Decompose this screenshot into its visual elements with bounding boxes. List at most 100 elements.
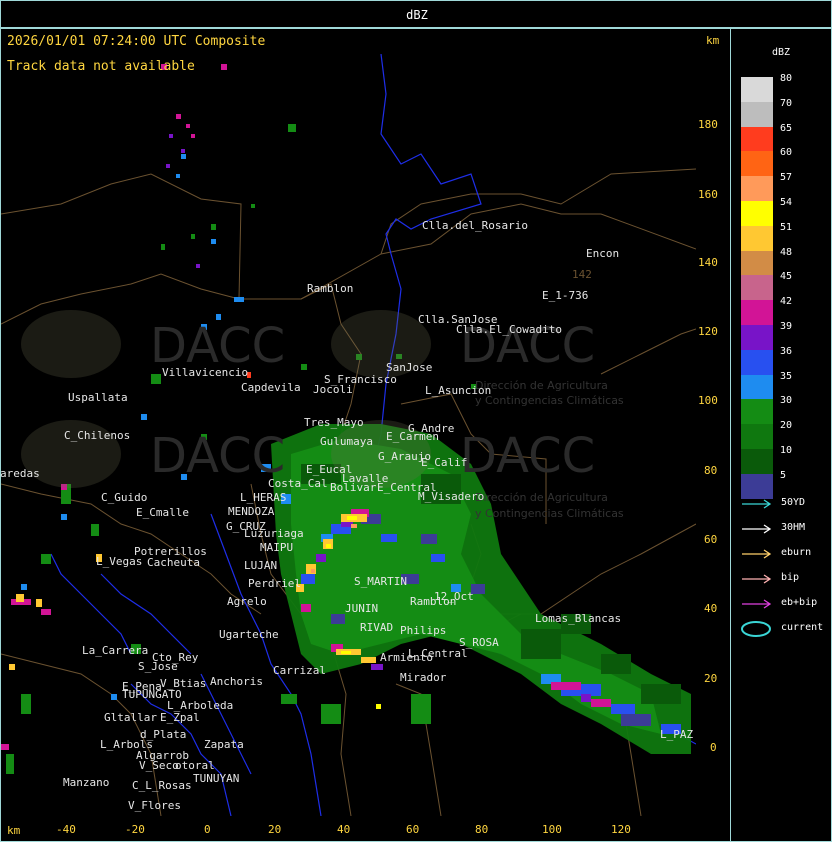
place-label: L_PAZ [660, 728, 694, 741]
color-swatch [741, 250, 773, 276]
scale-value-label: 20 [780, 420, 793, 432]
place-label: Manzano [63, 776, 110, 789]
scale-value-label: 30 [780, 395, 793, 407]
color-swatch [741, 77, 773, 102]
scale-value-label: 42 [780, 296, 793, 308]
place-label: LUJAN [244, 559, 278, 572]
place-label: L_Central [408, 647, 468, 660]
scale-value-label: 65 [780, 122, 793, 134]
x-tick-label: 20 [268, 823, 282, 836]
place-label: Gltallar [104, 711, 157, 724]
x-tick-label: 60 [406, 823, 420, 836]
x-tick-label: 100 [542, 823, 562, 836]
place-label: Jocoli [313, 383, 353, 396]
place-label: E_Zpal [160, 711, 200, 724]
place-label: L_HERAS [240, 491, 287, 504]
scale-value-label: 54 [780, 197, 793, 208]
scale-value-label: 5 [780, 469, 787, 481]
place-label: Mirador [400, 671, 447, 684]
place-label: C_Guido [101, 491, 148, 504]
y-tick-label: 40 [704, 602, 718, 615]
place-label: E_Cmalle [136, 506, 189, 519]
place-label: Tres_Mayo [304, 416, 364, 429]
color-swatch [741, 151, 773, 177]
place-label: Perdriel [248, 577, 301, 590]
current-position-icon [741, 621, 771, 637]
x-tick-label: -40 [56, 823, 76, 836]
track-status-note: Track data not available [7, 59, 195, 74]
y-tick-label: 100 [698, 394, 718, 407]
place-label: MAIPU [260, 541, 294, 554]
place-label: otoral [175, 759, 215, 772]
place-label: S_MARTIN [354, 575, 407, 588]
scale-value-label: 45 [780, 271, 793, 283]
place-label: Luzuriaga [244, 527, 304, 540]
km-unit-label: km [7, 824, 21, 837]
track-arrow-icon [742, 574, 772, 584]
track-arrow-icon [742, 599, 772, 609]
scale-value-label: 51 [780, 221, 793, 233]
x-tick-label: -20 [125, 823, 145, 836]
place-label: Costa_Cal [268, 477, 328, 490]
place-label: Capdevila [241, 381, 301, 394]
place-label: SanJose [386, 361, 433, 374]
place-label: 12_Oct [434, 590, 474, 603]
watermark-brand: DACC [150, 428, 286, 484]
place-label: MENDOZA [228, 505, 275, 518]
place-label: Lomas_Blancas [535, 612, 622, 625]
color-swatch [741, 176, 773, 202]
place-label: Ugarteche [219, 628, 279, 641]
scale-value-label: 57 [780, 172, 793, 184]
place-label: V_Seco [139, 759, 179, 772]
track-legend-label: 50YD [781, 497, 806, 508]
color-swatch [741, 374, 773, 400]
x-tick-label: 80 [475, 823, 489, 836]
x-tick-label: 0 [204, 823, 211, 836]
km-unit-label: km [706, 34, 720, 47]
place-label: TUNUYAN [193, 772, 240, 785]
track-arrow-icon [742, 499, 772, 509]
watermark-line2: y Contingencias Climáticas [475, 507, 624, 520]
place-label: L_Vegas [96, 555, 143, 568]
place-label: Gulumaya [320, 435, 373, 448]
scale-value-label: 80 [780, 73, 793, 84]
track-arrow-icon [742, 549, 772, 559]
x-tick-label: 40 [337, 823, 351, 836]
y-tick-label: 80 [704, 464, 718, 477]
color-swatch [741, 424, 773, 450]
place-label: Cacheuta [147, 556, 200, 569]
track-legend-label: current [781, 622, 824, 633]
place-label: Clla.El_Cowadito [456, 323, 562, 336]
color-swatch [741, 300, 773, 326]
place-label: L_Asuncion [425, 384, 492, 397]
top-title: dBZ [406, 8, 428, 22]
scale-value-label: 70 [780, 97, 793, 109]
watermark-line1: Dirección de Agricultura [475, 379, 608, 392]
watermark-line1: Dirección de Agricultura [475, 491, 608, 504]
track-legend-label: 30HM [781, 522, 806, 533]
legend-title: dBZ [772, 47, 791, 58]
place-label: E_Carmen [386, 430, 439, 443]
track-arrow-icon [742, 524, 772, 534]
track-legend-label: bip [781, 572, 800, 583]
y-tick-label: 180 [698, 118, 718, 131]
scale-value-label: 36 [780, 345, 793, 357]
place-label: Uspallata [68, 391, 128, 404]
track-legend-label: eburn [781, 547, 812, 558]
place-label: E_Calif [421, 456, 468, 469]
place-label: S_Jose [138, 660, 178, 673]
scale-value-label: 60 [780, 147, 793, 159]
scale-value-label: 35 [780, 370, 793, 382]
place-label: M_Visadero [418, 490, 485, 503]
place-label: aredas [0, 467, 40, 480]
place-label: La_Carrera [82, 644, 149, 657]
y-tick-label: 0 [710, 741, 717, 754]
y-tick-label: 140 [698, 256, 718, 269]
place-label: Villavicencio [162, 366, 249, 379]
place-label: C_L_Rosas [132, 779, 192, 792]
scale-value-label: 48 [780, 246, 793, 258]
place-label: Clla.del_Rosario [422, 219, 528, 232]
scale-value-label: 10 [780, 445, 793, 456]
title-bar: dBZ [0, 0, 832, 28]
color-swatch [741, 349, 773, 375]
